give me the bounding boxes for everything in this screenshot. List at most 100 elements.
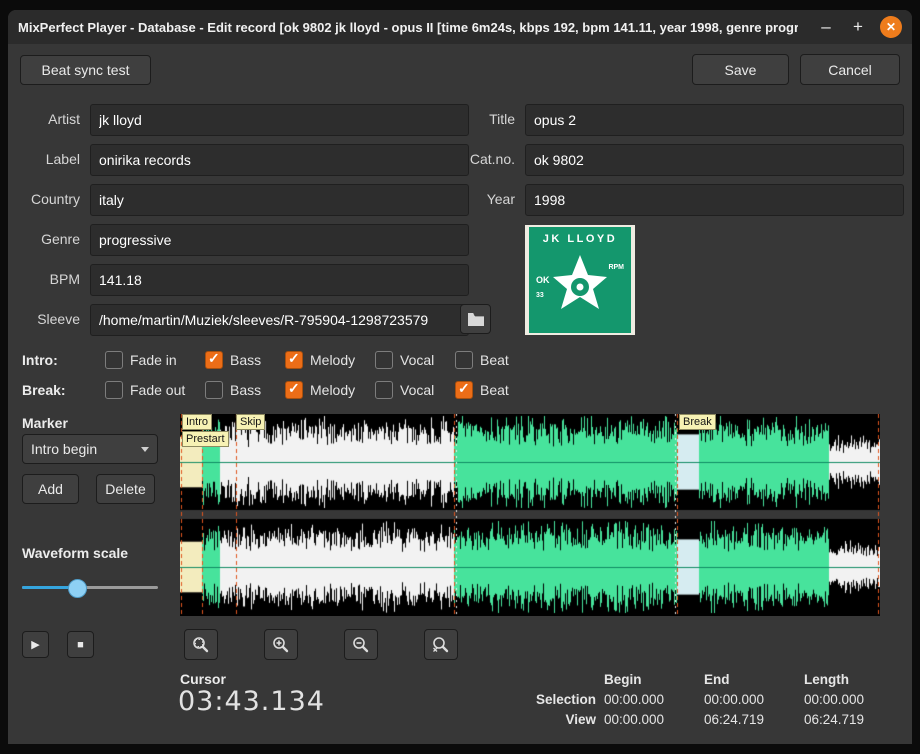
marker-select[interactable]: Intro begin <box>22 434 158 464</box>
waveform-canvas[interactable] <box>180 414 880 616</box>
view-row-label: View <box>520 710 604 730</box>
slider-handle[interactable] <box>68 579 87 598</box>
add-marker-button[interactable]: Add <box>22 474 79 504</box>
waveform-marker-prestart[interactable]: Prestart <box>182 431 229 447</box>
genre-label: Genre <box>8 224 80 254</box>
browse-sleeve-button[interactable] <box>460 304 491 334</box>
bpm-field[interactable] <box>90 264 469 296</box>
chevron-down-icon <box>141 447 149 452</box>
minimize-button[interactable]: – <box>816 17 836 37</box>
stop-icon: ■ <box>77 639 84 651</box>
stop-button[interactable]: ■ <box>67 631 94 658</box>
cursor-label: Cursor <box>180 671 226 687</box>
sleeve-image: JK LLOYD OK RPM 33 <box>525 225 635 335</box>
artist-field[interactable] <box>90 104 469 136</box>
checkbox-label: Melody <box>310 352 355 368</box>
app-window: MixPerfect Player - Database - Edit reco… <box>8 10 912 744</box>
cancel-button[interactable]: Cancel <box>800 54 900 85</box>
label-field[interactable] <box>90 144 469 176</box>
genre-field[interactable] <box>90 224 469 256</box>
checkbox-indicator[interactable] <box>105 351 123 369</box>
svg-text:33: 33 <box>536 292 544 299</box>
selection-begin-value: 00:00.000 <box>604 690 704 710</box>
checkbox-label: Bass <box>230 352 261 368</box>
checkbox-label: Vocal <box>400 382 434 398</box>
checkbox-label: Beat <box>480 352 509 368</box>
waveform-scale-label: Waveform scale <box>22 545 128 561</box>
cursor-time: 03:43.134 <box>178 686 325 717</box>
waveform-marker-intro[interactable]: Intro <box>182 414 212 430</box>
window-title: MixPerfect Player - Database - Edit reco… <box>18 20 798 35</box>
checkbox-break-vocal[interactable]: Vocal <box>375 381 434 399</box>
delete-marker-button[interactable]: Delete <box>96 474 155 504</box>
year-field[interactable] <box>525 184 904 216</box>
zoom-all-button[interactable] <box>424 629 458 660</box>
bpm-label: BPM <box>8 264 80 294</box>
times-table: Begin End Length Selection 00:00.000 00:… <box>520 670 904 730</box>
checkbox-break-fade-out[interactable]: Fade out <box>105 381 185 399</box>
checkbox-break-melody[interactable]: Melody <box>285 381 355 399</box>
country-label: Country <box>8 184 80 214</box>
svg-text:RPM: RPM <box>608 264 624 271</box>
beat-sync-test-button[interactable]: Beat sync test <box>20 55 151 85</box>
break-row-label: Break: <box>22 382 66 398</box>
checkbox-indicator[interactable] <box>375 351 393 369</box>
checkbox-indicator[interactable] <box>205 351 223 369</box>
sleeve-path-field[interactable] <box>90 304 469 336</box>
waveform-display[interactable]: Intro Skip Prestart Break <box>180 414 880 616</box>
view-end-value: 06:24.719 <box>704 710 804 730</box>
waveform-marker-break[interactable]: Break <box>679 414 716 430</box>
marker-select-value: Intro begin <box>31 441 97 457</box>
titlebar[interactable]: MixPerfect Player - Database - Edit reco… <box>8 10 912 44</box>
checkbox-intro-bass[interactable]: Bass <box>205 351 261 369</box>
waveform-marker-skip[interactable]: Skip <box>236 414 265 430</box>
checkbox-intro-fade-in[interactable]: Fade in <box>105 351 177 369</box>
waveform-scale-slider[interactable] <box>22 578 158 596</box>
sleeve-label: Sleeve <box>8 304 80 334</box>
artist-label: Artist <box>8 104 80 134</box>
checkbox-indicator[interactable] <box>375 381 393 399</box>
title-field[interactable] <box>525 104 904 136</box>
checkbox-intro-beat[interactable]: Beat <box>455 351 509 369</box>
country-field[interactable] <box>90 184 469 216</box>
checkbox-indicator[interactable] <box>285 351 303 369</box>
times-corner <box>520 670 604 690</box>
folder-icon <box>467 312 485 327</box>
checkbox-indicator[interactable] <box>285 381 303 399</box>
svg-text:OK: OK <box>536 275 550 285</box>
label-label: Label <box>8 144 80 174</box>
zoom-all-icon <box>431 635 451 655</box>
checkbox-indicator[interactable] <box>455 381 473 399</box>
checkbox-label: Beat <box>480 382 509 398</box>
zoom-in-button[interactable] <box>264 629 298 660</box>
times-header-end: End <box>704 670 804 690</box>
save-button[interactable]: Save <box>692 54 789 85</box>
catno-field[interactable] <box>525 144 904 176</box>
svg-text:JK LLOYD: JK LLOYD <box>543 233 617 245</box>
selection-length-value: 00:00.000 <box>804 690 904 710</box>
checkbox-label: Vocal <box>400 352 434 368</box>
zoom-selection-icon <box>191 635 211 655</box>
zoom-out-button[interactable] <box>344 629 378 660</box>
times-header-length: Length <box>804 670 904 690</box>
close-button[interactable]: ✕ <box>880 16 902 38</box>
zoom-in-icon <box>271 635 291 655</box>
checkbox-indicator[interactable] <box>205 381 223 399</box>
zoom-selection-button[interactable] <box>184 629 218 660</box>
checkbox-intro-vocal[interactable]: Vocal <box>375 351 434 369</box>
selection-row-label: Selection <box>520 690 604 710</box>
play-button[interactable]: ▶ <box>22 631 49 658</box>
times-header-begin: Begin <box>604 670 704 690</box>
catno-label: Cat.no. <box>428 144 515 174</box>
checkbox-label: Fade out <box>130 382 185 398</box>
selection-end-value: 00:00.000 <box>704 690 804 710</box>
checkbox-break-beat[interactable]: Beat <box>455 381 509 399</box>
checkbox-indicator[interactable] <box>105 381 123 399</box>
title-label: Title <box>428 104 515 134</box>
checkbox-intro-melody[interactable]: Melody <box>285 351 355 369</box>
checkbox-break-bass[interactable]: Bass <box>205 381 261 399</box>
plus-button[interactable]: + <box>848 17 868 37</box>
checkbox-indicator[interactable] <box>455 351 473 369</box>
intro-row-label: Intro: <box>22 352 58 368</box>
view-begin-value: 00:00.000 <box>604 710 704 730</box>
